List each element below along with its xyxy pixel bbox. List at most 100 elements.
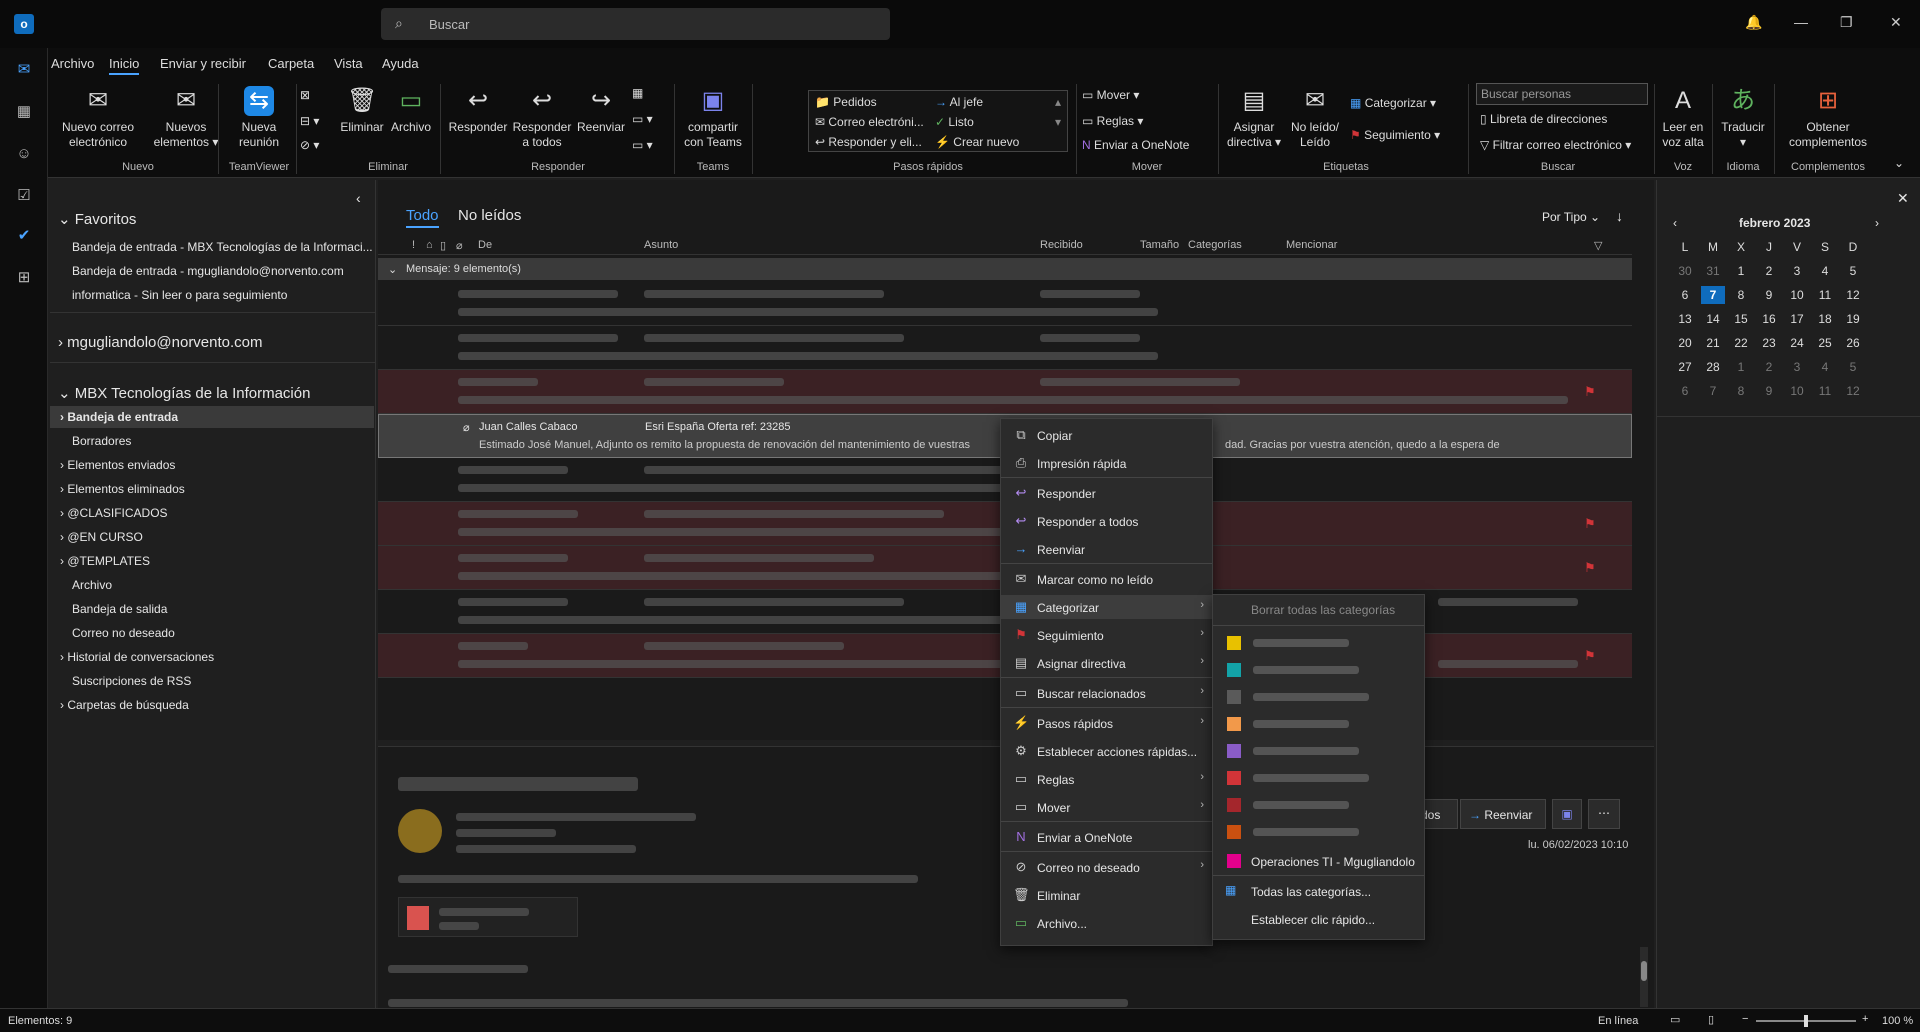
scroll-down-icon[interactable]: ▾: [1055, 115, 1061, 129]
folder-bandeja-salida[interactable]: Bandeja de salida: [72, 602, 167, 616]
fav-item[interactable]: Bandeja de entrada - MBX Tecnologías de …: [72, 240, 373, 254]
calendar-day[interactable]: 13: [1673, 310, 1697, 328]
quick-step-crear[interactable]: ⚡ Crear nuevo: [935, 135, 1019, 149]
categorize-button[interactable]: ▦ Categorizar ▾: [1350, 96, 1436, 110]
delete-button[interactable]: 🗑 Eliminar: [338, 86, 386, 135]
favorites-header[interactable]: ⌄ Favoritos: [58, 210, 136, 228]
calendar-icon[interactable]: ▦: [12, 100, 36, 124]
calendar-day[interactable]: 8: [1729, 382, 1753, 400]
table-row[interactable]: [378, 282, 1632, 326]
calendar-day[interactable]: 11: [1813, 286, 1837, 304]
attachment-card[interactable]: [398, 897, 578, 937]
folder-busqueda[interactable]: › Carpetas de búsqueda: [60, 698, 189, 712]
move-button[interactable]: ▭ Mover ▾: [1082, 88, 1139, 102]
normal-view-icon[interactable]: ▭: [1670, 1013, 1680, 1026]
calendar-day[interactable]: 12: [1841, 286, 1865, 304]
assign-policy-button[interactable]: ▤ Asignar directiva ▾: [1222, 86, 1286, 150]
calendar-day[interactable]: 18: [1813, 310, 1837, 328]
calendar-day[interactable]: 9: [1757, 382, 1781, 400]
calendar-day[interactable]: 17: [1785, 310, 1809, 328]
calendar-day[interactable]: 24: [1785, 334, 1809, 352]
search-box[interactable]: ⌕ Buscar: [381, 8, 890, 40]
minimize-icon[interactable]: —: [1794, 14, 1808, 30]
flag-icon[interactable]: ⚑: [1584, 516, 1596, 531]
collapse-pane-icon[interactable]: ‹: [356, 190, 361, 206]
ribbon-expand-icon[interactable]: ⌄: [1894, 156, 1904, 170]
category-item[interactable]: [1213, 631, 1424, 655]
more-reply-icon[interactable]: ▭ ▾: [632, 138, 653, 152]
archive-button[interactable]: ▭ Archivo: [386, 86, 436, 135]
calendar-day[interactable]: 27: [1673, 358, 1697, 376]
apps-icon[interactable]: ⊞: [12, 266, 36, 290]
folder-archivo[interactable]: Archivo: [72, 578, 112, 592]
calendar-day[interactable]: 31: [1701, 262, 1725, 280]
calendar-day[interactable]: 2: [1757, 358, 1781, 376]
menu-eliminar[interactable]: 🗑 Eliminar: [1001, 883, 1212, 907]
quick-step-pedidos[interactable]: 📁 Pedidos: [815, 95, 877, 109]
folder-borradores[interactable]: Borradores: [72, 434, 131, 448]
calendar-day[interactable]: 19: [1841, 310, 1865, 328]
prev-month-icon[interactable]: ‹: [1673, 216, 1677, 230]
menu-seguimiento[interactable]: ⚑ Seguimiento ›: [1001, 623, 1212, 647]
zoom-in-icon[interactable]: +: [1862, 1013, 1868, 1025]
quick-step-jefe[interactable]: → Al jefe: [935, 95, 983, 109]
menu-reenviar[interactable]: → Reenviar: [1001, 537, 1212, 561]
calendar-day[interactable]: 25: [1813, 334, 1837, 352]
menu-enviar-recibir[interactable]: Enviar y recibir: [160, 56, 246, 71]
filter-email-button[interactable]: ▽ Filtrar correo electrónico ▾: [1480, 138, 1631, 152]
calendar-day[interactable]: 14: [1701, 310, 1725, 328]
filter-icon[interactable]: ▽: [1594, 239, 1602, 252]
fav-item[interactable]: Bandeja de entrada - mgugliandolo@norven…: [72, 264, 344, 278]
quick-step-responder[interactable]: ↩ Responder y eli...: [815, 135, 922, 149]
close-pane-icon[interactable]: ✕: [1897, 190, 1909, 207]
todo-icon[interactable]: ✔: [12, 224, 36, 248]
calendar-day[interactable]: 1: [1729, 358, 1753, 376]
sort-dropdown[interactable]: Por Tipo ⌄: [1542, 210, 1600, 224]
mail-icon[interactable]: ✉: [12, 58, 36, 82]
reply-button[interactable]: ↩ Responder: [448, 86, 508, 135]
menu-asignar[interactable]: ▤ Asignar directiva ›: [1001, 651, 1212, 675]
col-mencionar[interactable]: Mencionar: [1286, 239, 1337, 251]
menu-inicio[interactable]: Inicio: [109, 56, 140, 75]
calendar-day[interactable]: 6: [1673, 286, 1697, 304]
folder-rss[interactable]: Suscripciones de RSS: [72, 674, 191, 688]
menu-onenote[interactable]: N Enviar a OneNote: [1001, 825, 1212, 849]
menu-archivo[interactable]: ▭ Archivo...: [1001, 911, 1212, 935]
calendar-day[interactable]: 20: [1673, 334, 1697, 352]
calendar-day[interactable]: 5: [1841, 262, 1865, 280]
reminder-icon[interactable]: ⌂: [426, 239, 433, 251]
table-row[interactable]: [378, 326, 1632, 370]
search-people-input[interactable]: Buscar personas: [1476, 83, 1648, 105]
menu-establecer-acciones[interactable]: ⚙ Establecer acciones rápidas...: [1001, 739, 1212, 763]
calendar-day[interactable]: 11: [1813, 382, 1837, 400]
tasks-icon[interactable]: ☑: [12, 184, 36, 208]
flag-icon[interactable]: ⚑: [1584, 560, 1596, 575]
calendar-day[interactable]: 10: [1785, 382, 1809, 400]
calendar-day[interactable]: 4: [1813, 358, 1837, 376]
cleanup-icon[interactable]: ⊟ ▾: [300, 114, 319, 128]
calendar-day[interactable]: 6: [1673, 382, 1697, 400]
col-tamano[interactable]: Tamaño: [1140, 239, 1179, 251]
scroll-up-icon[interactable]: ▴: [1055, 95, 1061, 109]
forward-button[interactable]: ↪ Reenviar: [574, 86, 628, 135]
category-item[interactable]: [1213, 712, 1424, 736]
calendar-day[interactable]: 12: [1841, 382, 1865, 400]
menu-vista[interactable]: Vista: [334, 56, 363, 71]
importance-icon[interactable]: !: [412, 239, 415, 251]
menu-ayuda[interactable]: Ayuda: [382, 56, 419, 71]
scrollbar[interactable]: [1640, 947, 1648, 1007]
account-header-1[interactable]: › mgugliandolo@norvento.com: [58, 334, 263, 351]
calendar-day[interactable]: 3: [1785, 262, 1809, 280]
share-teams-button[interactable]: ▣ compartir con Teams: [680, 86, 746, 150]
submenu-borrar[interactable]: Borrar todas las categorías: [1251, 603, 1395, 617]
read-aloud-button[interactable]: A Leer en voz alta: [1658, 86, 1708, 150]
calendar-day[interactable]: 1: [1729, 262, 1753, 280]
account-header-2[interactable]: ⌄ MBX Tecnologías de la Información: [58, 384, 310, 402]
menu-archivo[interactable]: Archivo: [51, 56, 94, 71]
menu-responder[interactable]: ↩ Responder: [1001, 481, 1212, 505]
menu-copiar[interactable]: ⧉ Copiar: [1001, 423, 1212, 447]
calendar-day[interactable]: 30: [1673, 262, 1697, 280]
calendar-day[interactable]: 8: [1729, 286, 1753, 304]
reading-view-icon[interactable]: ▯: [1708, 1013, 1714, 1026]
tab-todo[interactable]: Todo: [406, 207, 439, 228]
